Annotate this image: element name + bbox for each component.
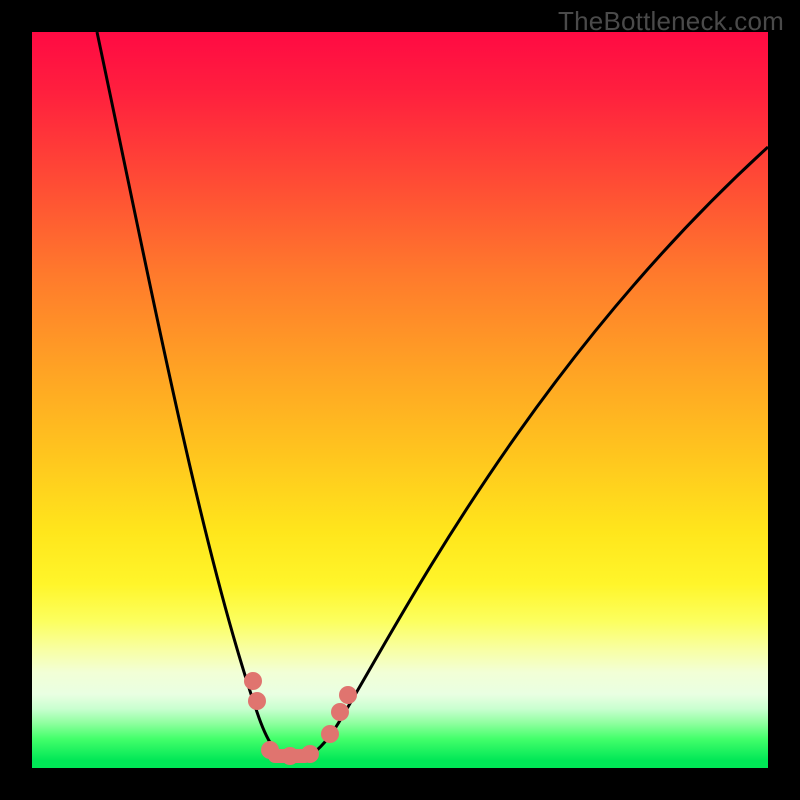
marker-2 (261, 741, 279, 759)
chart-frame: TheBottleneck.com (0, 0, 800, 800)
marker-0 (244, 672, 262, 690)
marker-4 (301, 745, 319, 763)
marker-6 (331, 703, 349, 721)
watermark-text: TheBottleneck.com (558, 6, 784, 37)
bottleneck-curve (97, 32, 768, 760)
marker-1 (248, 692, 266, 710)
marker-7 (339, 686, 357, 704)
marker-3 (281, 747, 299, 765)
plot-area (32, 32, 768, 768)
curve-layer (32, 32, 768, 768)
marker-5 (321, 725, 339, 743)
